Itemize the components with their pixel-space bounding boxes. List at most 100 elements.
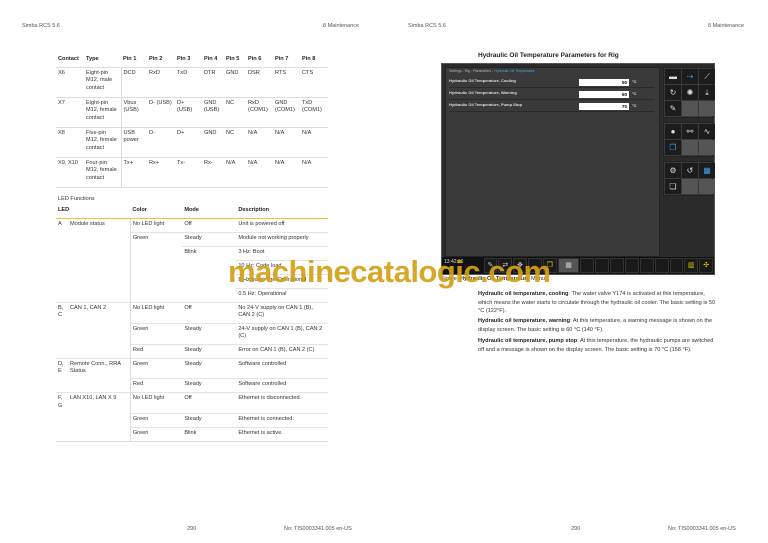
table-cell: Software controlled	[236, 357, 328, 379]
table-row: B, C CAN 1, CAN 2 No LED light Off No 24-V s…	[56, 301, 328, 323]
table-cell: Unit is powered off	[236, 217, 328, 232]
pulse-icon[interactable]: ∿	[699, 124, 715, 139]
header-right: 8 Maintenance	[708, 23, 745, 29]
table-cell: Remote Conn., RRA Status	[68, 357, 131, 379]
table-cell: Steady	[182, 412, 237, 427]
table-cell: Error on CAN 1 (B), CAN 2 (C)	[236, 343, 328, 358]
table-cell: GND	[202, 126, 224, 157]
table-row: X6 Eight-pin M12, male contact DCD RxD TxD DT…	[56, 66, 328, 97]
table-cell	[68, 413, 131, 427]
table-cell: Module status	[68, 217, 131, 232]
parameter-label: Hydraulic Oil Temperature, Warning	[449, 90, 517, 95]
table-cell	[56, 260, 68, 274]
parameter-input[interactable]: 70	[579, 103, 629, 110]
table-row: F, G LAN X10, LAN X 9 No LED light Off Ether…	[56, 392, 328, 413]
download-icon[interactable]: ⤓	[699, 85, 715, 100]
table-row: A Module status No LED light Off Unit is pow…	[56, 217, 328, 232]
table-cell: CAN 1, CAN 2	[68, 301, 131, 323]
doc-number: No: TIS0003341.005 en-US	[668, 526, 736, 532]
rcs-screen: Settings - Rig - Parameters - Hydraulic …	[441, 63, 715, 275]
table-cell: Ethernet is disconnected.	[236, 392, 328, 413]
table-cell	[56, 246, 68, 260]
table-cell: Steady	[182, 357, 237, 379]
table-row: D, E Remote Conn., RRA Status Green Steady S…	[56, 357, 328, 379]
table-cell: Ethernet is connected.	[236, 412, 328, 427]
paragraph: Hydraulic oil temperature, pump stop: At…	[478, 338, 714, 353]
grid-icon[interactable]: ▦	[699, 163, 715, 178]
copy-icon[interactable]: ❐	[665, 140, 681, 155]
parameter-input[interactable]: 50	[579, 79, 629, 86]
table-cell	[182, 288, 236, 302]
col-header: Pin 3	[177, 56, 191, 62]
table-cell	[68, 260, 131, 274]
table-cell: Off	[182, 392, 237, 413]
table-cell: No LED light	[130, 392, 183, 413]
table-cell	[56, 413, 68, 427]
light-icon[interactable]: ✺	[682, 85, 698, 100]
table-cell: NC	[224, 96, 246, 127]
table-row: Green Blink Ethernet is active.	[56, 426, 328, 442]
rig-icon[interactable]: ⇢	[682, 69, 698, 84]
table-row: Green Steady Module not working properly	[56, 231, 328, 246]
table-cell: Red	[130, 343, 183, 358]
side-menu: ▬ ⇢ ⟋ ↻ ✺ ⤓ ✎ ● ⚯ ∿ ❐ ⚙ ↺ ▦ ❏	[663, 67, 715, 200]
table-cell: Steady	[182, 378, 237, 393]
boom-icon[interactable]: ⟋	[699, 69, 715, 84]
table-cell: TxD	[175, 66, 202, 97]
module-icon[interactable]: ▥	[684, 258, 699, 273]
table-cell: No LED light	[130, 301, 183, 323]
network-icon[interactable]: ⚯	[682, 124, 698, 139]
table-cell: Eight-pin M12, male contact	[84, 66, 122, 97]
table-cell	[56, 427, 68, 442]
edit-icon[interactable]: ✎	[665, 101, 681, 116]
col-header: Pin 7	[275, 56, 289, 62]
gear-icon[interactable]: ⚙	[665, 163, 681, 178]
col-header: Type	[86, 56, 99, 62]
table-cell: No 24-V supply on CAN 1 (B), CAN 2 (C)	[236, 301, 328, 323]
table-cell	[130, 246, 182, 260]
refresh-icon[interactable]: ↺	[682, 163, 698, 178]
header-right: 8 Maintenance	[323, 23, 360, 29]
col-header: LED	[56, 205, 131, 219]
table-cell: B, C	[56, 301, 68, 323]
table-cell: N/A	[224, 156, 246, 188]
parameter-input[interactable]: 60	[579, 91, 629, 98]
table-cell: N/A	[300, 156, 328, 188]
operator-icon[interactable]: ●	[665, 124, 681, 139]
cycle-icon[interactable]: ↻	[665, 85, 681, 100]
table-cell: Off	[182, 301, 237, 323]
unit-label: °C	[632, 91, 637, 96]
table-cell: X9, X10	[56, 156, 84, 188]
table-cell	[68, 232, 131, 246]
empty-slot	[699, 101, 715, 116]
table-row: Green Steady Ethernet is connected.	[56, 412, 328, 427]
arrows-icon[interactable]: ✣	[699, 258, 714, 273]
empty-slot	[699, 179, 715, 194]
table-row: X9, X10 Four-pin M12, female contact Tx+ Rx…	[56, 156, 328, 188]
table-cell: RxD	[147, 66, 175, 97]
table-cell: GND	[224, 66, 246, 97]
parameter-panel: Settings - Rig - Parameters - Hydraulic …	[445, 67, 660, 257]
table-cell: RxD (COM1)	[246, 96, 273, 127]
unit-label: °C	[632, 103, 637, 108]
empty-slot	[682, 101, 698, 116]
table-cell: Tx+	[121, 156, 147, 188]
table-cell	[130, 274, 182, 288]
layers-icon[interactable]: ❏	[665, 179, 681, 194]
table-cell: GND (USB)	[202, 96, 224, 127]
table-cell: Green	[130, 231, 183, 246]
table-cell	[56, 323, 68, 344]
keyboard-icon[interactable]: ▦	[557, 258, 580, 273]
table-cell: CTS	[300, 66, 328, 97]
table-cell: TxD (COM1)	[300, 96, 328, 127]
table-cell: Blink	[182, 426, 237, 442]
empty-slot	[669, 258, 684, 273]
table-row: Red Steady Error on CAN 1 (B), CAN 2 (C)	[56, 343, 328, 358]
table-cell	[68, 378, 131, 393]
table-cell: 24-V supply on CAN 1 (B), CAN 2 (C)	[236, 322, 328, 344]
table-cell: Software controlled	[236, 378, 328, 393]
table-cell: Steady	[182, 231, 237, 246]
table-cell	[56, 232, 68, 246]
drill-icon[interactable]: ▬	[665, 69, 681, 84]
table-cell	[68, 274, 131, 288]
